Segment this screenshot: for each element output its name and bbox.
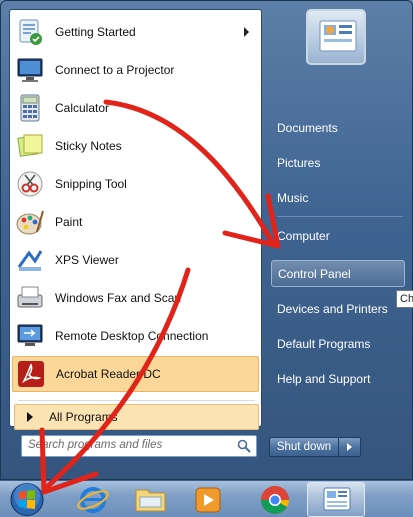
shutdown-arrow-icon xyxy=(347,443,352,451)
taskbar xyxy=(0,480,413,517)
control-panel-icon xyxy=(323,487,351,511)
right-item-label: Documents xyxy=(277,121,338,135)
xps-viewer-icon xyxy=(15,245,45,275)
search-placeholder: Search programs and files xyxy=(28,439,163,451)
start-orb-icon xyxy=(10,483,44,516)
program-item-xps-viewer[interactable]: XPS Viewer xyxy=(12,242,259,278)
media-player-icon xyxy=(195,487,221,513)
program-item-remote-desktop[interactable]: Remote Desktop Connection xyxy=(12,318,259,354)
right-item-default-programs[interactable]: Default Programs xyxy=(271,331,405,358)
shutdown-options-button[interactable] xyxy=(339,437,361,457)
program-item-snipping-tool[interactable]: Snipping Tool xyxy=(12,166,259,202)
program-label: Calculator xyxy=(55,101,110,115)
fax-scan-icon xyxy=(15,283,45,313)
search-input[interactable]: Search programs and files xyxy=(21,435,257,457)
start-menu: Getting Started Connect to a Projector C… xyxy=(0,0,413,480)
program-item-projector[interactable]: Connect to a Projector xyxy=(12,52,259,88)
tooltip-text: Ch xyxy=(400,293,413,305)
program-label: Connect to a Projector xyxy=(55,63,175,77)
program-label: Paint xyxy=(55,215,83,229)
all-programs-arrow-icon xyxy=(27,412,33,422)
internet-explorer-icon xyxy=(77,487,109,513)
programs-separator xyxy=(18,400,255,401)
snipping-tool-icon xyxy=(15,169,45,199)
user-picture[interactable] xyxy=(306,9,366,65)
programs-pane: Getting Started Connect to a Projector C… xyxy=(9,9,262,430)
program-label: Windows Fax and Scan xyxy=(55,291,182,305)
program-label: Snipping Tool xyxy=(55,177,127,191)
all-programs-button[interactable]: All Programs xyxy=(14,404,259,430)
right-item-label: Help and Support xyxy=(277,372,371,386)
taskbar-control-panel[interactable] xyxy=(307,482,365,517)
program-item-getting-started[interactable]: Getting Started xyxy=(12,14,259,50)
getting-started-icon xyxy=(15,17,45,47)
right-separator xyxy=(277,216,403,217)
file-explorer-icon xyxy=(135,489,166,512)
start-button[interactable] xyxy=(2,482,52,517)
submenu-arrow-icon xyxy=(244,27,249,37)
remote-desktop-icon xyxy=(15,321,45,351)
chrome-icon xyxy=(261,486,289,514)
right-item-label: Computer xyxy=(277,229,330,243)
program-item-calculator[interactable]: Calculator xyxy=(12,90,259,126)
right-item-label: Default Programs xyxy=(277,337,371,351)
right-item-help-support[interactable]: Help and Support xyxy=(271,366,405,393)
program-label: XPS Viewer xyxy=(55,253,119,267)
right-item-control-panel[interactable]: Control Panel xyxy=(271,260,405,287)
shutdown-button[interactable]: Shut down xyxy=(269,437,339,457)
search-icon xyxy=(237,439,251,453)
right-item-devices-printers[interactable]: Devices and Printers xyxy=(271,296,405,323)
taskbar-chrome[interactable] xyxy=(250,482,300,517)
right-item-label: Devices and Printers xyxy=(277,302,388,316)
program-item-acrobat-reader[interactable]: Acrobat Reader DC xyxy=(12,356,259,392)
projector-icon xyxy=(15,55,45,85)
shutdown-label: Shut down xyxy=(276,441,332,453)
right-item-pictures[interactable]: Pictures xyxy=(271,150,405,177)
control-panel-picture-icon xyxy=(319,20,357,52)
program-item-fax-scan[interactable]: Windows Fax and Scan xyxy=(12,280,259,316)
paint-icon xyxy=(15,207,45,237)
sticky-notes-icon xyxy=(15,131,45,161)
right-item-label: Music xyxy=(277,191,309,205)
right-item-computer[interactable]: Computer xyxy=(271,223,405,250)
all-programs-label: All Programs xyxy=(49,410,118,424)
program-item-paint[interactable]: Paint xyxy=(12,204,259,240)
calculator-icon xyxy=(15,93,45,123)
right-item-music[interactable]: Music xyxy=(271,185,405,212)
program-label: Getting Started xyxy=(55,25,136,39)
program-label: Sticky Notes xyxy=(55,139,122,153)
tooltip: Ch xyxy=(396,290,413,308)
program-item-sticky-notes[interactable]: Sticky Notes xyxy=(12,128,259,164)
program-label: Remote Desktop Connection xyxy=(55,329,209,343)
program-label: Acrobat Reader DC xyxy=(56,367,161,381)
right-item-label: Pictures xyxy=(277,156,321,170)
taskbar-file-explorer[interactable] xyxy=(125,482,175,517)
right-item-documents[interactable]: Documents xyxy=(271,115,405,142)
taskbar-internet-explorer[interactable] xyxy=(68,482,118,517)
taskbar-media-player[interactable] xyxy=(183,482,233,517)
acrobat-reader-icon xyxy=(16,359,46,389)
right-item-label: Control Panel xyxy=(278,267,351,281)
